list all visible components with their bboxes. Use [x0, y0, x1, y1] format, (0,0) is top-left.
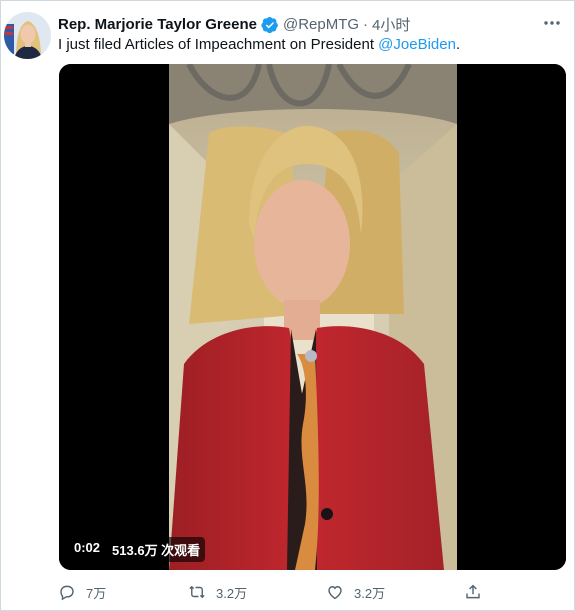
retweet-count: 3.2万	[216, 585, 248, 601]
verified-badge-icon	[261, 16, 279, 34]
video-player[interactable]: 0:02 513.6万 次观看	[59, 64, 566, 570]
reply-button[interactable]: 7万	[58, 581, 106, 603]
reply-count: 7万	[86, 585, 107, 601]
share-icon	[466, 584, 480, 599]
mention-link[interactable]: @JoeBiden	[378, 36, 456, 53]
retweet-icon	[189, 585, 205, 599]
like-count: 3.2万	[354, 585, 386, 601]
author-name[interactable]: Rep. Marjorie Taylor Greene	[58, 16, 257, 33]
video-elapsed: 0:02	[74, 540, 101, 555]
tweet-text-body: I just filed Articles of Impeachment on …	[58, 36, 379, 53]
action-bar: 7万 3.2万 3.2万	[58, 581, 498, 603]
tweet-header: Rep. Marjorie Taylor Greene @RepMTG · 4小…	[58, 14, 410, 35]
meta-separator: ·	[363, 16, 369, 33]
tweet-text-end: .	[455, 36, 461, 53]
video-overlay: 0:02 513.6万 次观看	[69, 537, 206, 562]
tweet-text: I just filed Articles of Impeachment on …	[58, 36, 460, 53]
reply-icon	[60, 585, 74, 601]
heart-icon	[328, 586, 342, 600]
like-button[interactable]: 3.2万	[326, 581, 385, 603]
more-icon[interactable]	[542, 13, 562, 33]
tweet-card[interactable]: Rep. Marjorie Taylor Greene @RepMTG · 4小…	[0, 0, 575, 611]
video-frame	[59, 64, 566, 570]
share-button[interactable]	[464, 581, 482, 603]
timestamp[interactable]: 4小时	[372, 14, 410, 35]
avatar[interactable]	[4, 12, 51, 59]
video-views: 513.6万 次观看	[112, 543, 201, 558]
handle[interactable]: @RepMTG	[283, 16, 359, 33]
retweet-button[interactable]: 3.2万	[188, 581, 247, 603]
